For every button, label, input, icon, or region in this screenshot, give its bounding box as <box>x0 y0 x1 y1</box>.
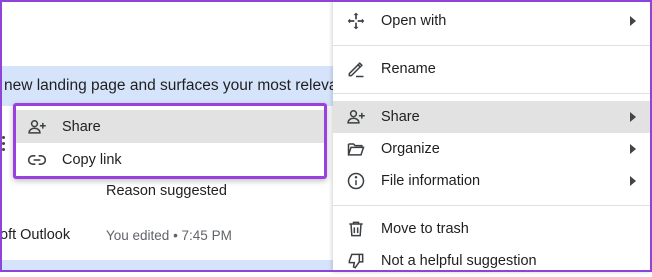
file-context-menu: Open with Rename Share Organize File inf… <box>333 0 652 272</box>
banner-text: new landing page and surfaces your most … <box>4 77 340 94</box>
menu-item-label: File information <box>381 173 481 189</box>
menu-divider <box>333 205 652 206</box>
menu-item-not-helpful[interactable]: Not a helpful suggestion <box>333 245 652 277</box>
folder-open-icon <box>345 138 367 160</box>
menu-item-rename[interactable]: Rename <box>333 53 652 85</box>
trash-icon <box>345 218 367 240</box>
link-icon <box>26 149 48 171</box>
info-icon <box>345 170 367 192</box>
menu-item-label: Share <box>381 109 420 125</box>
info-banner: new landing page and surfaces your most … <box>0 66 340 106</box>
menu-item-label: Not a helpful suggestion <box>381 253 537 269</box>
mini-menu-copy-link[interactable]: Copy link <box>16 143 324 176</box>
edited-timestamp: You edited • 7:45 PM <box>106 228 232 243</box>
submenu-arrow-icon <box>630 112 636 122</box>
menu-item-open-with[interactable]: Open with <box>333 5 652 37</box>
selected-row-strip <box>0 260 340 272</box>
menu-item-label: Open with <box>381 13 447 29</box>
file-name[interactable]: oft Outlook <box>0 227 70 243</box>
menu-item-label: Move to trash <box>381 221 469 237</box>
more-options-icon[interactable] <box>2 136 6 152</box>
pencil-icon <box>345 58 367 80</box>
submenu-arrow-icon <box>630 144 636 154</box>
menu-item-file-information[interactable]: File information <box>333 165 652 197</box>
mini-menu-label: Share <box>62 118 101 135</box>
reason-suggested-text: Reason suggested <box>106 183 227 199</box>
person-add-icon <box>345 106 367 128</box>
thumbs-down-icon <box>345 250 367 272</box>
mini-menu-share[interactable]: Share <box>16 110 324 143</box>
move-arrows-icon <box>345 10 367 32</box>
menu-item-organize[interactable]: Organize <box>333 133 652 165</box>
menu-item-share[interactable]: Share <box>333 101 652 133</box>
person-add-icon <box>26 116 48 138</box>
menu-divider <box>333 93 652 94</box>
menu-divider <box>333 45 652 46</box>
share-submenu: Share Copy link <box>13 103 327 179</box>
submenu-arrow-icon <box>630 176 636 186</box>
mini-menu-label: Copy link <box>62 151 122 168</box>
submenu-arrow-icon <box>630 16 636 26</box>
menu-item-move-to-trash[interactable]: Move to trash <box>333 213 652 245</box>
menu-item-label: Rename <box>381 61 436 77</box>
menu-item-label: Organize <box>381 141 440 157</box>
